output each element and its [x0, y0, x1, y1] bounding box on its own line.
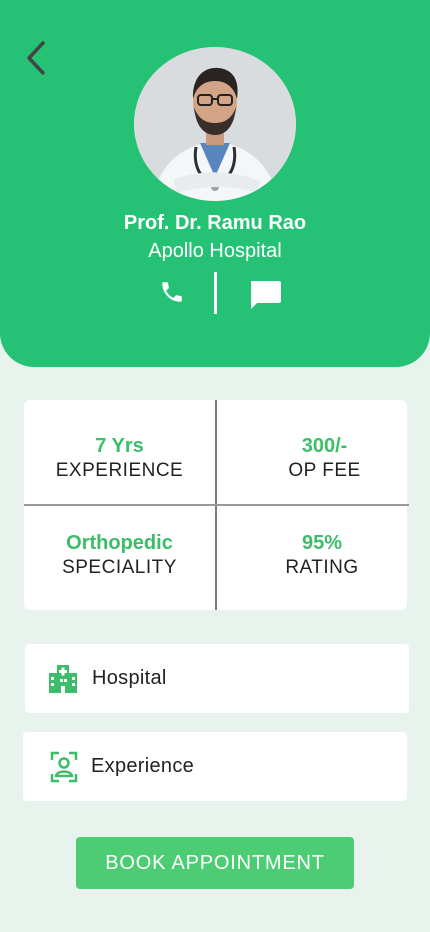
experience-row[interactable]: Experience: [23, 732, 407, 801]
hospital-building-icon: [48, 664, 78, 694]
profile-header: Prof. Dr. Ramu Rao Apollo Hospital: [0, 0, 430, 367]
stat-experience-label: EXPERIENCE: [55, 460, 184, 481]
doctor-hospital: Apollo Hospital: [148, 240, 282, 262]
stat-rating-label: RATING: [285, 557, 359, 578]
experience-row-label: Experience: [91, 755, 195, 777]
doctor-name: Prof. Dr. Ramu Rao: [123, 212, 307, 234]
stat-speciality-value: Orthopedic: [66, 532, 173, 554]
stat-fee-label: OP FEE: [288, 460, 361, 481]
stats-card: 7 Yrs EXPERIENCE 300/- OP FEE Orthopedic…: [24, 400, 409, 610]
message-button[interactable]: [246, 280, 284, 314]
action-divider: [214, 272, 217, 314]
stat-experience-value: 7 Yrs: [95, 435, 144, 457]
chat-icon: [248, 279, 282, 316]
call-button[interactable]: [156, 278, 188, 310]
stat-fee-value: 300/-: [301, 435, 348, 457]
back-button[interactable]: [20, 40, 52, 80]
hospital-row[interactable]: Hospital: [25, 644, 409, 713]
stat-speciality-label: SPECIALITY: [62, 557, 177, 578]
stats-divider-horizontal: [24, 504, 409, 506]
chevron-left-icon: [25, 40, 47, 81]
person-scan-icon: [49, 751, 79, 782]
stat-rating-value: 95%: [301, 532, 343, 554]
book-appointment-button[interactable]: BOOK APPOINTMENT: [76, 837, 354, 889]
hospital-row-label: Hospital: [92, 667, 167, 689]
phone-icon: [159, 279, 185, 310]
doctor-avatar: [134, 47, 296, 201]
